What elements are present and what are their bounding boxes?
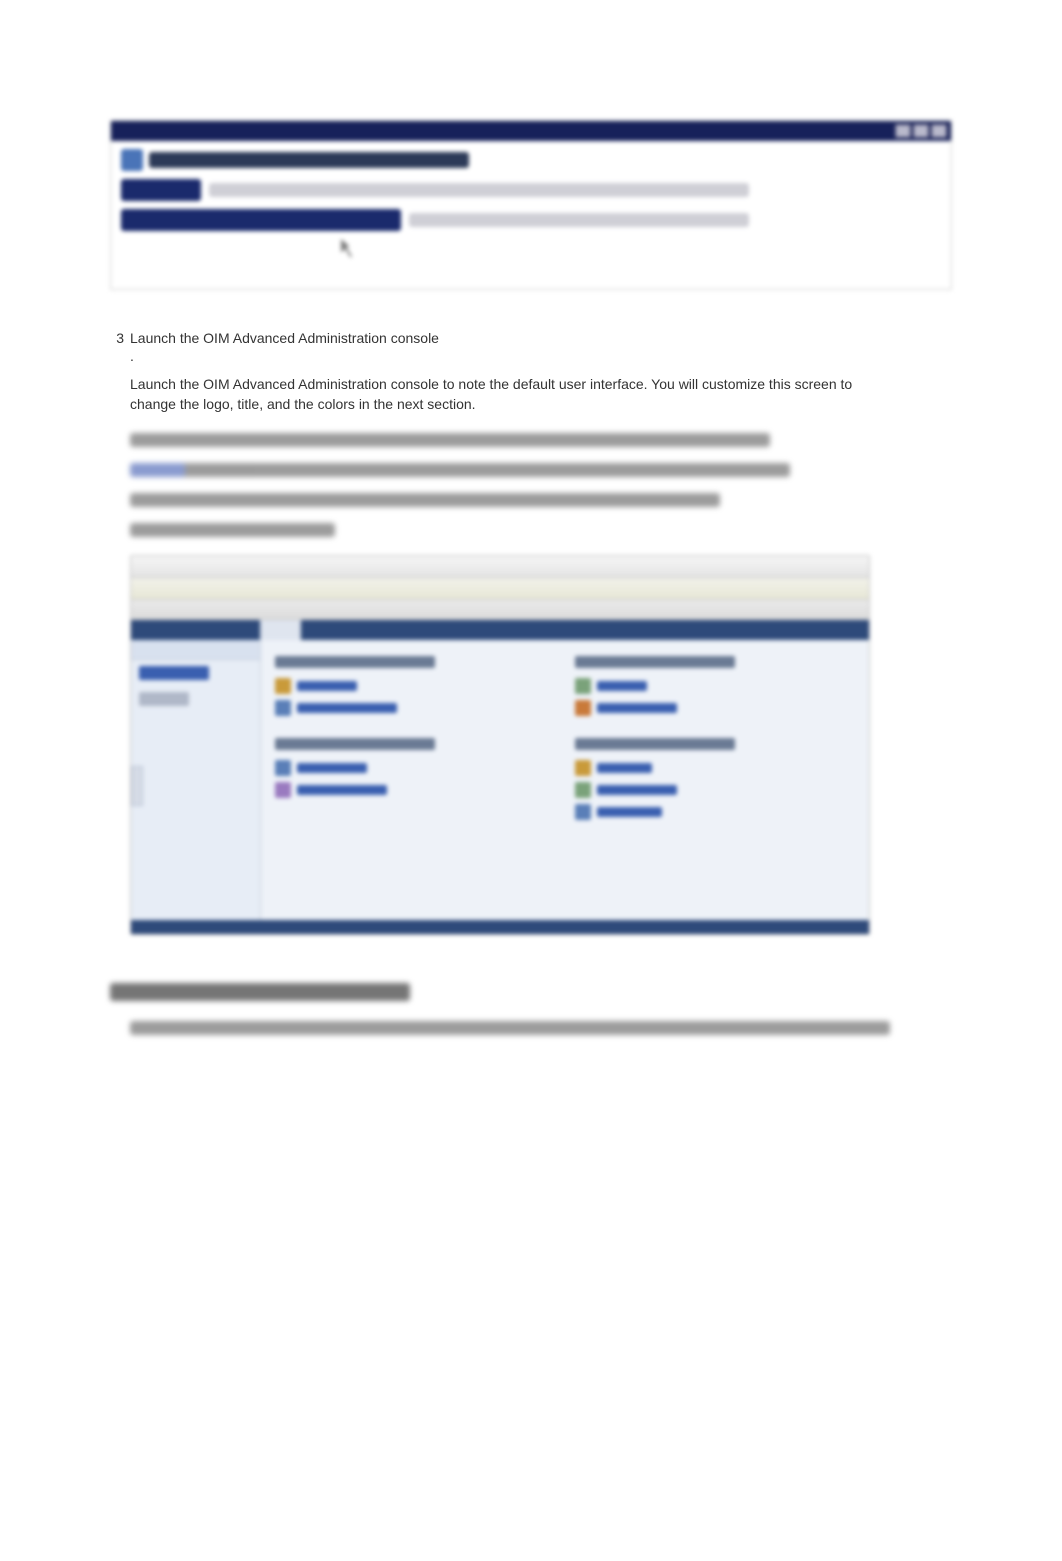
panel-link <box>297 763 367 773</box>
panel-row <box>575 700 855 716</box>
panel-icon <box>575 678 591 694</box>
close-icon <box>931 124 947 138</box>
sidebar-tab <box>131 640 260 660</box>
panel-heading <box>575 656 735 668</box>
panel-heading <box>275 656 435 668</box>
browser-tabbar <box>131 600 869 620</box>
step-title: Launch the OIM Advanced Administration c… <box>130 330 439 346</box>
app-icon <box>121 149 143 171</box>
blurred-button <box>121 179 201 201</box>
console-panel <box>275 656 555 716</box>
panel-row <box>275 700 555 716</box>
screenshot-oim-console <box>130 555 870 935</box>
panel-row <box>275 760 555 776</box>
panel-heading <box>275 738 435 750</box>
panel-icon <box>275 760 291 776</box>
browser-urlbar <box>131 578 869 600</box>
main-tab <box>261 620 301 640</box>
panel-row <box>275 678 555 694</box>
blurred-title-text <box>149 152 469 168</box>
panel-row <box>575 678 855 694</box>
step-dot: . <box>130 348 134 364</box>
blurred-line <box>130 433 770 447</box>
blurred-line <box>130 523 335 537</box>
window-body <box>111 141 951 267</box>
panel-link <box>597 807 662 817</box>
panel-icon <box>275 678 291 694</box>
splitter-handle <box>131 766 143 806</box>
console-main <box>261 620 869 920</box>
panel-icon <box>575 782 591 798</box>
sidebar-item <box>139 692 189 706</box>
window-titlebar <box>111 121 951 141</box>
main-tab-active <box>301 620 869 640</box>
panel-link <box>597 703 677 713</box>
panel-heading <box>575 738 735 750</box>
blurred-text-line <box>209 183 749 197</box>
blurred-button-long <box>121 209 401 231</box>
step-description: Launch the OIM Advanced Administration c… <box>130 374 870 415</box>
panel-row <box>575 804 855 820</box>
sidebar-link <box>139 666 209 680</box>
panel-link <box>297 785 387 795</box>
panel-icon <box>575 760 591 776</box>
step-number: 3 <box>110 330 124 346</box>
window-buttons <box>895 124 947 138</box>
panel-row <box>275 782 555 798</box>
blurred-line <box>130 493 720 507</box>
blurred-instructions <box>130 433 952 537</box>
screenshot-command-window <box>110 120 952 290</box>
panel-row <box>575 782 855 798</box>
panel-link <box>597 681 647 691</box>
panel-icon <box>575 804 591 820</box>
console-panel <box>275 738 555 820</box>
minimize-icon <box>895 124 911 138</box>
console-panel <box>575 656 855 716</box>
console-panel <box>575 738 855 820</box>
blurred-next-section <box>110 983 952 1035</box>
blurred-link <box>130 463 185 477</box>
sidebar-tab-active <box>131 620 260 640</box>
maximize-icon <box>913 124 929 138</box>
blurred-line <box>130 1021 890 1035</box>
panel-icon <box>275 782 291 798</box>
panel-icon <box>575 700 591 716</box>
panel-row <box>575 760 855 776</box>
browser-titlebar <box>131 556 869 578</box>
panel-link <box>297 681 357 691</box>
console-sidebar <box>131 620 261 920</box>
step-heading: 3 Launch the OIM Advanced Administration… <box>110 330 952 346</box>
blurred-text-line <box>409 213 749 227</box>
panel-link <box>597 763 652 773</box>
console-footer <box>131 920 869 934</box>
panel-link <box>597 785 677 795</box>
panel-link <box>297 703 397 713</box>
cursor-icon <box>341 239 355 257</box>
blurred-line <box>130 463 790 477</box>
panel-icon <box>275 700 291 716</box>
blurred-section-heading <box>110 983 410 1001</box>
